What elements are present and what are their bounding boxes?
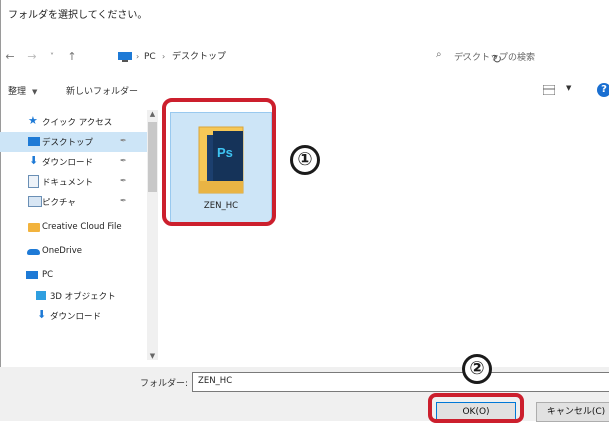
sidebar-item-label: ドキュメント [42,178,94,188]
sidebar-item-3d-objects[interactable]: 3D オブジェクト [0,286,150,306]
breadcrumb-desktop[interactable]: デスクトップ [172,49,226,65]
recent-locations-button[interactable]: ˅ [44,44,60,70]
pictures-icon [28,196,42,207]
organize-button[interactable]: 整理 ▼ [8,84,37,97]
sidebar-item-creative-cloud[interactable]: Creative Cloud File [0,218,150,238]
folder-picker-dialog: フォルダを選択してください。 ← → ˅ ↑ › PC › デスクトップ ˅ ↻… [0,0,609,423]
star-icon: ★ [28,114,38,127]
breadcrumb-pc[interactable]: PC [144,49,156,65]
view-options-icon[interactable] [543,85,555,95]
sidebar-item-label: PC [42,270,54,280]
sidebar-item-pictures[interactable]: ピクチャ ✒ [0,192,150,212]
up-button[interactable]: ↑ [64,44,80,70]
forward-button[interactable]: → [24,44,40,70]
chevron-right-icon: › [162,52,166,61]
dialog-title: フォルダを選択してください。 [8,10,148,21]
sidebar-item-documents[interactable]: ドキュメント ✒ [0,172,150,192]
step-badge-1: ① [290,145,320,175]
sidebar-item-label: クイック アクセス [42,118,113,128]
folder-name-input[interactable]: ZEN_HC [192,372,609,392]
address-bar[interactable]: › PC › デスクトップ ˅ ↻ [110,46,502,68]
pin-icon: ✒ [120,196,127,205]
pc-icon [26,271,38,279]
pin-icon: ✒ [120,156,127,165]
highlight-box-ok [428,393,524,423]
sidebar-item-label: ダウンロード [42,158,94,168]
scroll-down-icon[interactable]: ▼ [147,352,158,360]
sidebar-item-label: 3D オブジェクト [50,292,116,302]
sidebar-item-onedrive[interactable]: OneDrive [0,242,150,262]
organize-label: 整理 [8,87,27,97]
3d-objects-icon [36,291,46,300]
scrollbar-thumb[interactable] [148,122,157,192]
sidebar-item-label: デスクトップ [42,138,94,148]
navigation-bar: ← → ˅ ↑ › PC › デスクトップ ˅ ↻ ⌕ デスクトップの検索 [0,44,609,70]
navigation-pane: ★ クイック アクセス デスクトップ ✒ ⬇ ダウンロード ✒ ドキュメント ✒… [0,110,150,370]
sidebar-item-pc-downloads[interactable]: ⬇ ダウンロード [0,306,150,326]
sidebar-item-label: ダウンロード [50,312,102,322]
help-icon[interactable]: ? [597,83,609,97]
creative-cloud-folder-icon [28,223,40,232]
sidebar-item-quick-access[interactable]: ★ クイック アクセス [0,112,150,132]
document-icon [28,175,39,188]
sidebar-item-pc[interactable]: PC [0,266,150,286]
highlight-box-folder [162,98,276,226]
pin-icon: ✒ [120,176,127,185]
download-icon: ⬇ [29,154,39,167]
sidebar-item-label: OneDrive [42,246,82,256]
chevron-right-icon: › [136,52,140,61]
sidebar-item-desktop[interactable]: デスクトップ ✒ [0,132,150,152]
search-placeholder: デスクトップの検索 [454,53,536,63]
sidebar-item-downloads[interactable]: ⬇ ダウンロード ✒ [0,152,150,172]
pc-icon [118,52,132,62]
step-badge-2: ② [462,354,492,384]
chevron-down-icon[interactable]: ▼ [566,84,571,92]
cancel-button[interactable]: キャンセル(C) [536,402,609,422]
sidebar-item-label: ピクチャ [42,198,76,208]
download-icon: ⬇ [37,308,47,321]
search-icon: ⌕ [436,49,442,60]
command-bar: 整理 ▼ 新しいフォルダー ▼ ? [0,80,609,102]
chevron-down-icon: ▼ [32,88,38,96]
navigation-pane-scrollbar[interactable]: ▲ ▼ [147,110,158,360]
pin-icon: ✒ [120,136,127,145]
sidebar-item-label: Creative Cloud File [42,222,122,232]
search-box[interactable]: ⌕ デスクトップの検索 [430,46,609,66]
desktop-icon [28,137,40,146]
folder-name-input-value: ZEN_HC [198,376,233,386]
back-button[interactable]: ← [2,44,18,70]
new-folder-button[interactable]: 新しいフォルダー [66,84,138,97]
scroll-up-icon[interactable]: ▲ [147,110,158,118]
folder-field-label: フォルダー: [140,379,189,389]
onedrive-icon [27,249,40,255]
